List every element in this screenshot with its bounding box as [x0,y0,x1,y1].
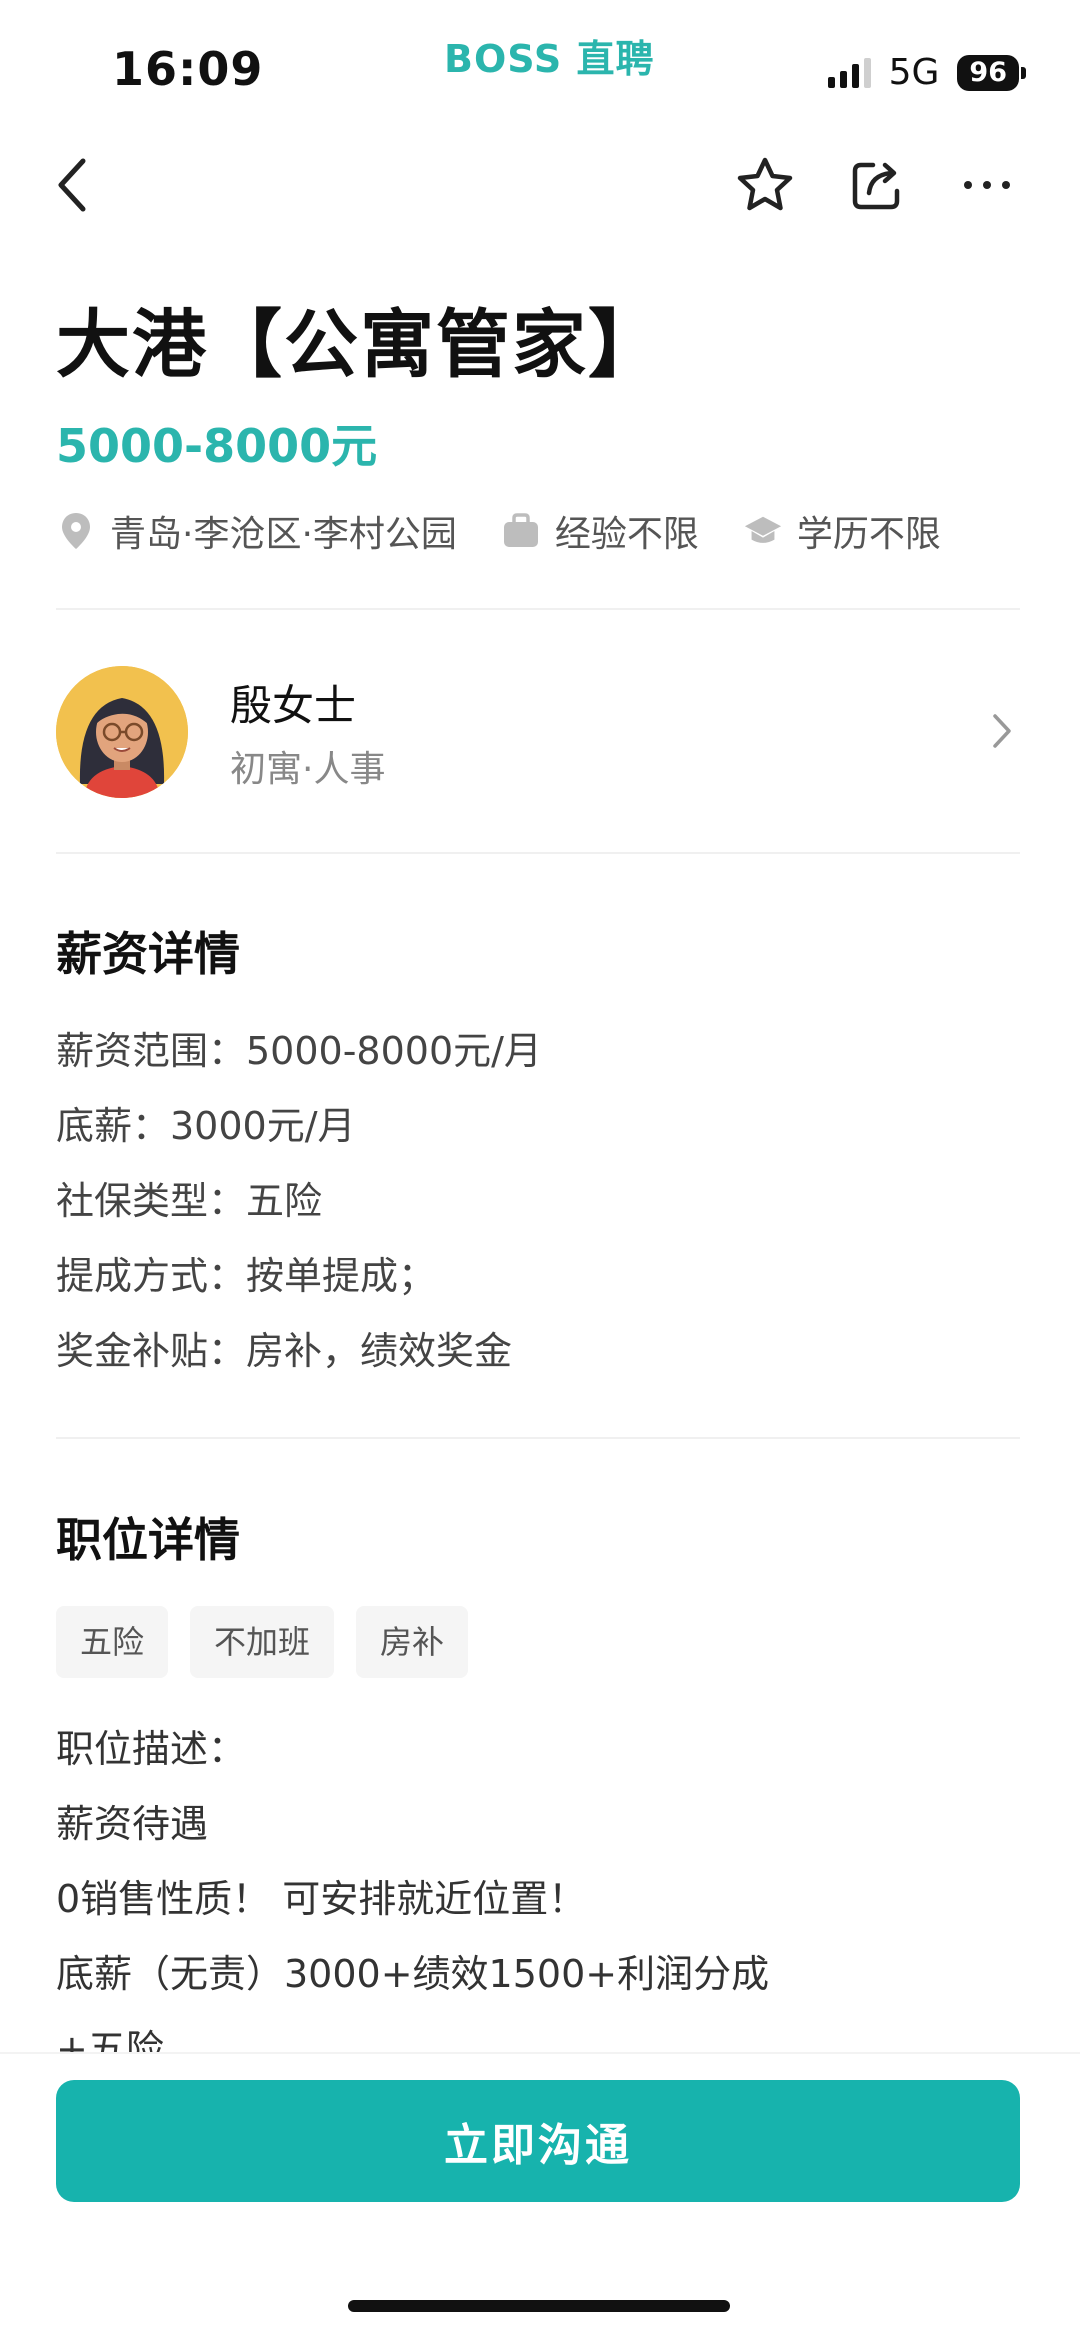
share-icon [852,162,900,210]
description-line: 薪资待遇 [56,1802,209,1846]
status-time: 16:09 [112,42,264,96]
tag: 不加班 [190,1606,335,1678]
favorite-button[interactable] [730,150,800,220]
location-info: 青岛·李沧区·李村公园 [56,505,457,557]
tag: 五险 [56,1606,169,1678]
education-info: 学历不限 [743,505,941,557]
status-brand: BOSS 直聘 [444,37,655,81]
salary-range-line: 薪资范围：5000-8000元/月 [56,1029,542,1073]
more-horizontal-icon [964,181,1010,189]
job-description: 职位描述： 薪资待遇 0销售性质！ 可安排就近位置！ 底薪（无责）3000+绩效… [56,1712,1020,2052]
nav-bar [0,130,1080,240]
divider [56,852,1020,854]
chevron-right-icon [984,708,1020,754]
bonus-line: 奖金补贴：房补，绩效奖金 [56,1329,513,1373]
graduation-cap-icon [743,511,783,551]
network-type: 5G [888,52,940,93]
divider [56,608,1020,610]
bottom-action-bar: 立即沟通 [0,2052,1080,2337]
description-line: +五险 [56,2027,164,2052]
education-text: 学历不限 [796,514,941,555]
description-line: 职位描述： [56,1727,247,1771]
salary-details-list: 薪资范围：5000-8000元/月 底薪：3000元/月 社保类型：五险 提成方… [56,1014,542,1389]
chevron-left-icon [58,158,86,212]
job-details-title: 职位详情 [56,1513,240,1567]
experience-info: 经验不限 [501,505,699,557]
description-line: 底薪（无责）3000+绩效1500+利润分成 [56,1952,770,1996]
battery-icon: 96 [957,54,1026,91]
insurance-line: 社保类型：五险 [56,1179,323,1223]
back-button[interactable] [38,150,108,220]
benefit-tags: 五险 不加班 房补 [56,1606,469,1678]
battery-level: 96 [957,54,1019,91]
commission-line: 提成方式：按单提成； [56,1254,437,1298]
job-title: 大港【公寓管家】 [56,302,664,388]
recruiter-company: 初寓·人事 [230,749,386,790]
divider [56,1437,1020,1439]
avatar [56,666,188,798]
salary-details-title: 薪资详情 [56,927,240,981]
status-indicators: 5G 96 [827,52,1026,93]
experience-text: 经验不限 [554,514,699,555]
salary-range: 5000-8000元 [56,419,378,473]
description-line: 0销售性质！ 可安排就近位置！ [56,1877,587,1921]
chat-now-button[interactable]: 立即沟通 [56,2080,1020,2202]
tag: 房补 [356,1606,469,1678]
recruiter-name: 殷女士 [230,681,357,730]
location-pin-icon [56,511,96,551]
home-indicator[interactable] [348,2300,730,2312]
more-button[interactable] [952,150,1022,220]
base-salary-line: 底薪：3000元/月 [56,1104,356,1148]
status-bar: 16:09 BOSS 直聘 5G 96 [0,0,1080,130]
signal-icon [827,57,871,88]
briefcase-icon [501,511,541,551]
job-meta: 青岛·李沧区·李村公园 经验不限 学历不限 [56,505,941,557]
recruiter-card[interactable]: 殷女士 初寓·人事 [56,660,1020,805]
share-button[interactable] [842,150,912,220]
star-outline-icon [737,157,793,211]
location-text: 青岛·李沧区·李村公园 [110,514,457,555]
